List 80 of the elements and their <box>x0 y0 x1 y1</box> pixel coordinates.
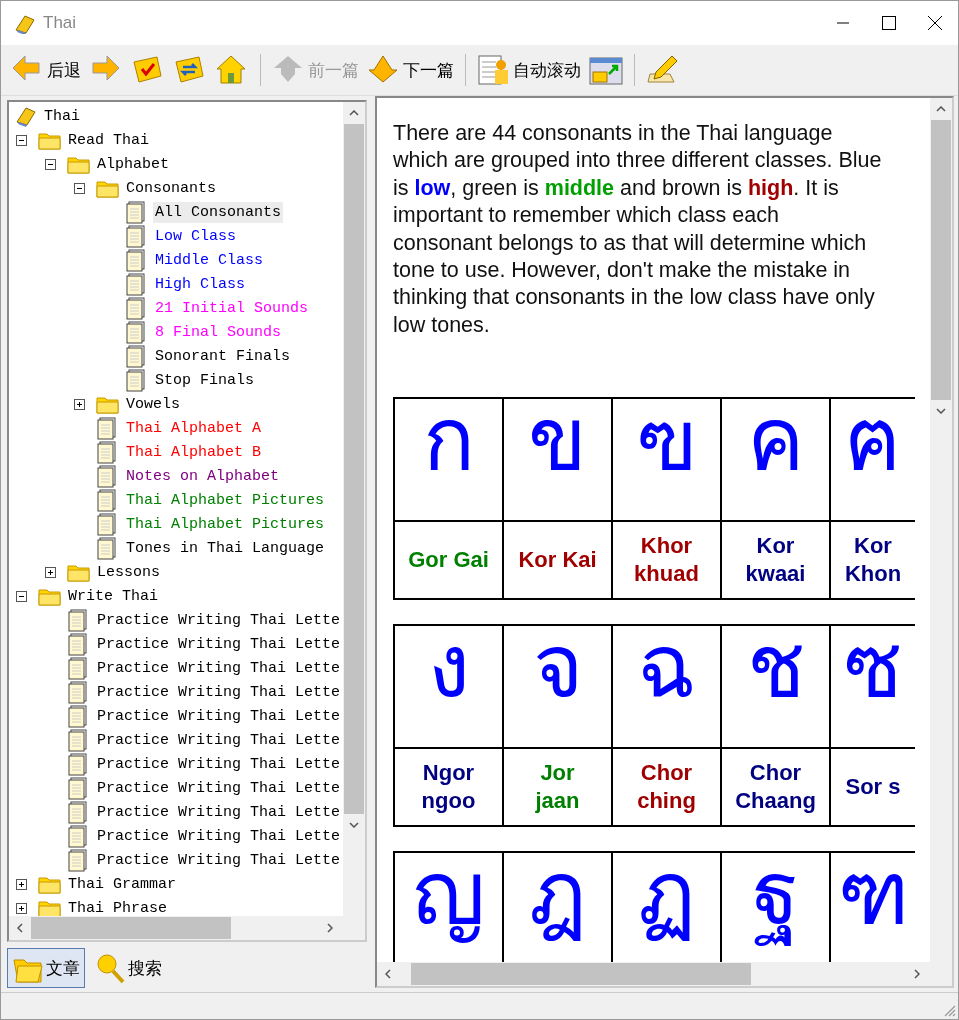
collapse-icon[interactable] <box>16 590 27 602</box>
scroll-down-icon[interactable] <box>936 408 946 414</box>
collapse-icon[interactable] <box>45 158 56 170</box>
thai-letter: ข <box>503 398 612 522</box>
thai-letter: ฅ <box>830 398 915 522</box>
tree-item[interactable]: High Class <box>153 273 247 295</box>
thai-letter: ง <box>394 625 503 749</box>
toolbar-button[interactable]: 自动滚动 <box>475 50 583 90</box>
window-title: Thai <box>43 13 77 33</box>
tree-item[interactable]: Practice Writing Thai Lette <box>95 657 343 679</box>
collapse-icon[interactable] <box>16 134 27 146</box>
thai-letter: ก <box>394 398 503 522</box>
intro-paragraph: There are 44 consonants in the Thai language which are grouped into three different classes. Blue is low, green is middle and brown is high. It is important to remember which class each consonant belongs to as that will determine which tone to use. However, don't make the mistake in thinking that consonants in the low class have only low tones. <box>393 120 883 339</box>
magnifier-icon <box>94 952 126 984</box>
tree-item[interactable]: Low Class <box>153 225 238 247</box>
horizontal-scrollbar[interactable] <box>9 916 365 940</box>
resize-grip-icon[interactable] <box>942 1003 956 1017</box>
tree-item[interactable]: Practice Writing Thai Lette <box>95 777 343 799</box>
consonant-name: Jor jaan <box>503 748 612 827</box>
thai-letter: ค <box>721 398 830 522</box>
panel-tab[interactable]: 文章 <box>7 948 85 988</box>
expand-icon[interactable] <box>16 878 27 890</box>
scroll-left-icon[interactable] <box>385 969 391 979</box>
scroll-right-icon[interactable] <box>914 969 920 979</box>
tree-item[interactable]: Thai Alphabet A <box>124 417 264 439</box>
tree-item[interactable]: Write Thai <box>66 585 160 607</box>
tree-item[interactable]: Thai <box>42 105 82 127</box>
tree-item[interactable]: All Consonants <box>153 201 284 223</box>
consonant-name: Kor Kai <box>503 521 612 600</box>
thai-letter: ฃ <box>612 398 721 522</box>
collapse-icon[interactable] <box>74 182 85 194</box>
consonant-name: Chor ching <box>612 748 721 827</box>
consonant-name: Kor kwaai <box>721 521 830 600</box>
scroll-up-icon[interactable] <box>349 110 359 116</box>
expand-icon[interactable] <box>45 566 56 578</box>
tree-item[interactable]: Practice Writing Thai Lette <box>95 609 343 631</box>
tree-item[interactable]: Practice Writing Thai Lette <box>95 633 343 655</box>
expand-icon[interactable] <box>16 902 27 914</box>
tree-item[interactable]: Practice Writing Thai Lette <box>95 729 343 751</box>
scroll-left-icon[interactable] <box>17 923 23 933</box>
tree-item[interactable]: Practice Writing Thai Lette <box>95 705 343 727</box>
tree-item[interactable]: Lessons <box>95 561 162 583</box>
vertical-scrollbar[interactable] <box>343 102 365 916</box>
tree-item[interactable]: Alphabet <box>95 153 171 175</box>
tree-item[interactable]: Thai Alphabet B <box>124 441 264 463</box>
tree-item[interactable]: Thai Phrase <box>66 897 170 916</box>
thai-letter: จ <box>503 625 612 749</box>
vertical-scrollbar[interactable] <box>930 98 952 962</box>
consonant-name: Khor khuad <box>612 521 721 600</box>
scroll-down-icon[interactable] <box>349 822 359 828</box>
tree-item[interactable]: Notes on Alphabet <box>124 465 282 487</box>
tree-item[interactable]: Practice Writing Thai Lette <box>95 753 343 775</box>
tree-item[interactable]: Thai Alphabet Pictures <box>124 513 327 535</box>
document-person-icon <box>477 54 511 86</box>
tree-item[interactable]: Read Thai <box>66 129 151 151</box>
tree-item[interactable]: Practice Writing Thai Lette <box>95 801 343 823</box>
tree-item[interactable]: Practice Writing Thai Lette <box>95 849 343 871</box>
consonant-name: Chor Chaang <box>721 748 830 827</box>
tree-item[interactable]: Consonants <box>124 177 218 199</box>
horizontal-scrollbar[interactable] <box>377 962 952 986</box>
tree-item[interactable]: Tones in Thai Language <box>124 537 327 559</box>
scroll-right-icon[interactable] <box>327 923 333 933</box>
tree-item[interactable]: Practice Writing Thai Lette <box>95 681 343 703</box>
tree-item[interactable]: Thai Grammar <box>66 873 179 895</box>
expand-icon[interactable] <box>74 398 85 410</box>
toolbar-button[interactable]: 下一篇 <box>365 50 456 90</box>
tree-item[interactable]: Middle Class <box>153 249 266 271</box>
scroll-up-icon[interactable] <box>936 106 946 112</box>
tree-item[interactable]: Thai Alphabet Pictures <box>124 489 327 511</box>
tree-item[interactable]: Practice Writing Thai Lette <box>95 825 343 847</box>
tree-item[interactable]: Vowels <box>124 393 182 415</box>
thai-letter: ฉ <box>612 625 721 749</box>
thai-letter: ช <box>721 625 830 749</box>
consonant-name: Ngor ngoo <box>394 748 503 827</box>
panel-tab[interactable]: 搜索 <box>89 948 167 988</box>
tree-item[interactable]: Sonorant Finals <box>153 345 293 367</box>
tree-item[interactable]: Stop Finals <box>153 369 257 391</box>
consonant-name: Gor Gai <box>394 521 503 600</box>
toolbar-button[interactable]: 后退 <box>9 50 83 90</box>
thai-letter: ซ <box>830 625 915 749</box>
